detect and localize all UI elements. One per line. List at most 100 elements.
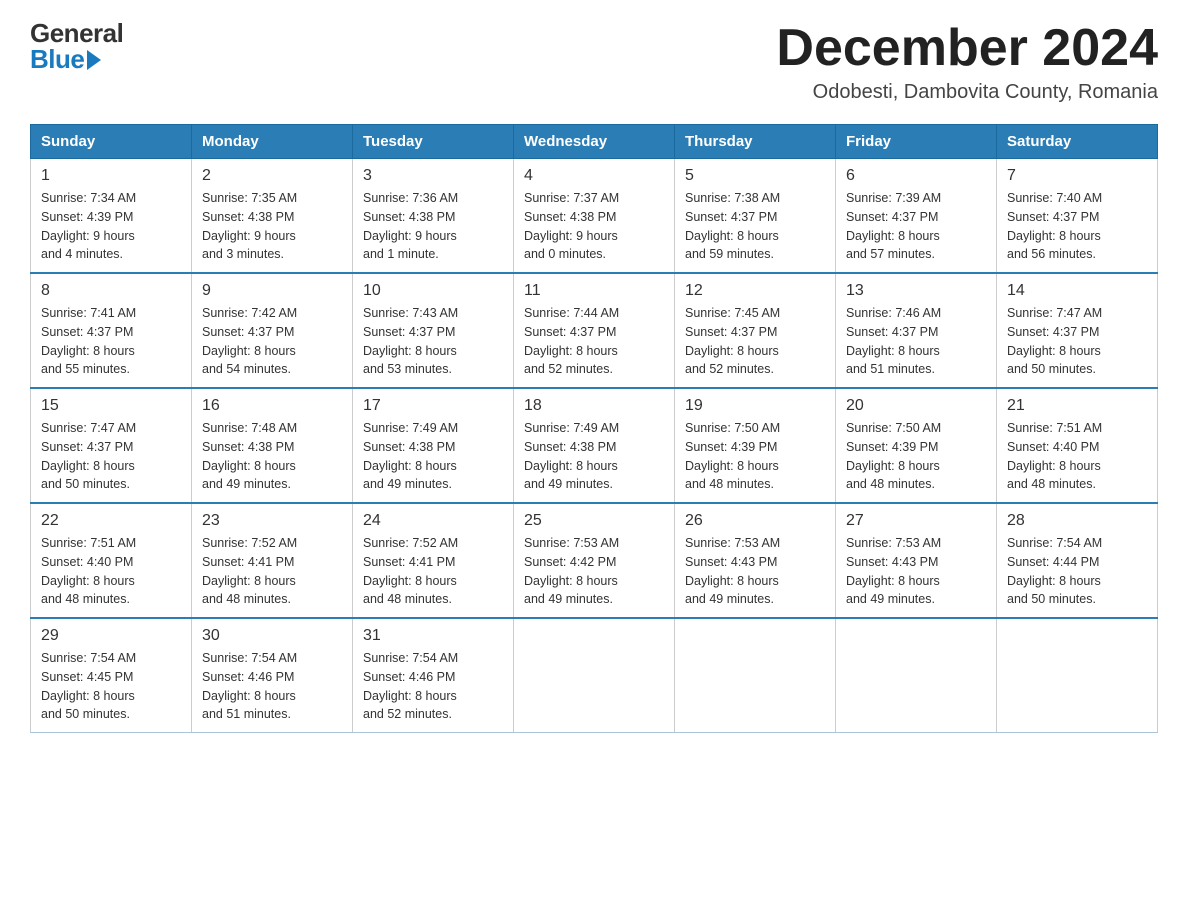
sunrise-text: Sunrise: 7:39 AM: [846, 189, 986, 208]
month-title: December 2024: [776, 20, 1158, 77]
day-info: Sunrise: 7:54 AMSunset: 4:46 PMDaylight:…: [363, 649, 503, 724]
sunset-text: Sunset: 4:37 PM: [41, 323, 181, 342]
day-number: 13: [846, 282, 986, 300]
daylight-minutes-text: and 49 minutes.: [685, 590, 825, 609]
day-number: 3: [363, 167, 503, 185]
daylight-minutes-text: and 48 minutes.: [41, 590, 181, 609]
calendar-cell: 18 Sunrise: 7:49 AMSunset: 4:38 PMDayligh…: [514, 388, 675, 503]
day-info: Sunrise: 7:54 AMSunset: 4:46 PMDaylight:…: [202, 649, 342, 724]
calendar-cell: 28Sunrise: 7:54 AMSunset: 4:44 PMDayligh…: [997, 503, 1158, 618]
day-info: Sunrise: 7:37 AMSunset: 4:38 PMDaylight:…: [524, 189, 664, 264]
daylight-minutes-text: and 48 minutes.: [1007, 475, 1147, 494]
calendar-cell: 30 Sunrise: 7:54 AMSunset: 4:46 PMDayligh…: [192, 618, 353, 733]
daylight-text: Daylight: 8 hours: [363, 457, 503, 476]
calendar-cell: 17Sunrise: 7:49 AMSunset: 4:38 PMDayligh…: [353, 388, 514, 503]
daylight-text: Daylight: 8 hours: [846, 342, 986, 361]
calendar-cell: 8 Sunrise: 7:41 AMSunset: 4:37 PMDaylight…: [31, 273, 192, 388]
sunrise-text: Sunrise: 7:51 AM: [41, 534, 181, 553]
daylight-minutes-text: and 52 minutes.: [524, 360, 664, 379]
day-number: 21: [1007, 397, 1147, 415]
daylight-minutes-text: and 50 minutes.: [1007, 590, 1147, 609]
day-number: 30: [202, 627, 342, 645]
calendar-cell: 13 Sunrise: 7:46 AMSunset: 4:37 PMDayligh…: [836, 273, 997, 388]
calendar-week-row: 8Sunrise: 7:41 AMSunset: 4:37 PMDaylight…: [31, 273, 1158, 388]
day-number: 14: [1007, 282, 1147, 300]
sunset-text: Sunset: 4:38 PM: [524, 438, 664, 457]
sunset-text: Sunset: 4:37 PM: [41, 438, 181, 457]
daylight-minutes-text: and 50 minutes.: [41, 705, 181, 724]
daylight-minutes-text: and 48 minutes.: [202, 590, 342, 609]
daylight-minutes-text: and 51 minutes.: [846, 360, 986, 379]
sunset-text: Sunset: 4:37 PM: [846, 208, 986, 227]
sunset-text: Sunset: 4:37 PM: [685, 323, 825, 342]
sunset-text: Sunset: 4:41 PM: [363, 553, 503, 572]
header-sunday: Sunday: [31, 125, 192, 159]
daylight-minutes-text: and 59 minutes.: [685, 245, 825, 264]
daylight-text: Daylight: 8 hours: [363, 687, 503, 706]
day-info: Sunrise: 7:53 AMSunset: 4:42 PMDaylight:…: [524, 534, 664, 609]
day-info: Sunrise: 7:51 AMSunset: 4:40 PMDaylight:…: [1007, 419, 1147, 494]
header-tuesday: Tuesday: [353, 125, 514, 159]
calendar-cell: 23Sunrise: 7:52 AMSunset: 4:41 PMDayligh…: [192, 503, 353, 618]
day-number: 8: [41, 282, 181, 300]
day-number: 7: [1007, 167, 1147, 185]
day-info: Sunrise: 7:49 AMSunset: 4:38 PMDaylight:…: [363, 419, 503, 494]
day-info: Sunrise: 7:50 AMSunset: 4:39 PMDaylight:…: [846, 419, 986, 494]
calendar-cell: 7Sunrise: 7:40 AMSunset: 4:37 PMDaylight…: [997, 159, 1158, 274]
day-info: Sunrise: 7:49 AMSunset: 4:38 PMDaylight:…: [524, 419, 664, 494]
day-info: Sunrise: 7:46 AMSunset: 4:37 PMDaylight:…: [846, 304, 986, 379]
sunset-text: Sunset: 4:37 PM: [685, 208, 825, 227]
day-info: Sunrise: 7:52 AMSunset: 4:41 PMDaylight:…: [363, 534, 503, 609]
day-info: Sunrise: 7:39 AMSunset: 4:37 PMDaylight:…: [846, 189, 986, 264]
day-info: Sunrise: 7:53 AMSunset: 4:43 PMDaylight:…: [846, 534, 986, 609]
sunset-text: Sunset: 4:39 PM: [685, 438, 825, 457]
daylight-minutes-text: and 1 minute.: [363, 245, 503, 264]
day-info: Sunrise: 7:54 AMSunset: 4:44 PMDaylight:…: [1007, 534, 1147, 609]
sunrise-text: Sunrise: 7:37 AM: [524, 189, 664, 208]
daylight-text: Daylight: 8 hours: [685, 457, 825, 476]
sunrise-text: Sunrise: 7:54 AM: [202, 649, 342, 668]
sunset-text: Sunset: 4:38 PM: [363, 208, 503, 227]
sunrise-text: Sunrise: 7:41 AM: [41, 304, 181, 323]
sunset-text: Sunset: 4:42 PM: [524, 553, 664, 572]
day-number: 2: [202, 167, 342, 185]
sunset-text: Sunset: 4:37 PM: [363, 323, 503, 342]
daylight-text: Daylight: 8 hours: [685, 572, 825, 591]
calendar-cell: 1Sunrise: 7:34 AMSunset: 4:39 PMDaylight…: [31, 159, 192, 274]
daylight-text: Daylight: 8 hours: [685, 342, 825, 361]
calendar-cell: 29Sunrise: 7:54 AMSunset: 4:45 PMDayligh…: [31, 618, 192, 733]
calendar-cell: 15Sunrise: 7:47 AMSunset: 4:37 PMDayligh…: [31, 388, 192, 503]
day-info: Sunrise: 7:41 AMSunset: 4:37 PMDaylight:…: [41, 304, 181, 379]
day-info: Sunrise: 7:52 AMSunset: 4:41 PMDaylight:…: [202, 534, 342, 609]
calendar-cell: 19Sunrise: 7:50 AMSunset: 4:39 PMDayligh…: [675, 388, 836, 503]
daylight-minutes-text: and 48 minutes.: [363, 590, 503, 609]
day-number: 18: [524, 397, 664, 415]
sunset-text: Sunset: 4:40 PM: [1007, 438, 1147, 457]
day-info: Sunrise: 7:34 AMSunset: 4:39 PMDaylight:…: [41, 189, 181, 264]
day-number: 10: [363, 282, 503, 300]
sunset-text: Sunset: 4:37 PM: [1007, 323, 1147, 342]
daylight-minutes-text: and 49 minutes.: [363, 475, 503, 494]
calendar-cell: 20Sunrise: 7:50 AMSunset: 4:39 PMDayligh…: [836, 388, 997, 503]
day-number: 31: [363, 627, 503, 645]
day-number: 12: [685, 282, 825, 300]
sunset-text: Sunset: 4:38 PM: [202, 208, 342, 227]
page-header: General Blue December 2024 Odobesti, Dam…: [30, 20, 1158, 104]
sunset-text: Sunset: 4:38 PM: [524, 208, 664, 227]
logo-general-text: General: [30, 20, 123, 46]
day-info: Sunrise: 7:44 AMSunset: 4:37 PMDaylight:…: [524, 304, 664, 379]
calendar-cell: 6Sunrise: 7:39 AMSunset: 4:37 PMDaylight…: [836, 159, 997, 274]
logo: General Blue: [30, 20, 123, 72]
daylight-minutes-text: and 53 minutes.: [363, 360, 503, 379]
day-info: Sunrise: 7:47 AMSunset: 4:37 PMDaylight:…: [41, 419, 181, 494]
day-number: 4: [524, 167, 664, 185]
daylight-minutes-text: and 52 minutes.: [363, 705, 503, 724]
day-number: 24: [363, 512, 503, 530]
daylight-minutes-text: and 49 minutes.: [846, 590, 986, 609]
sunset-text: Sunset: 4:41 PM: [202, 553, 342, 572]
calendar-table: Sunday Monday Tuesday Wednesday Thursday…: [30, 124, 1158, 733]
day-number: 22: [41, 512, 181, 530]
calendar-cell: 22Sunrise: 7:51 AMSunset: 4:40 PMDayligh…: [31, 503, 192, 618]
sunrise-text: Sunrise: 7:52 AM: [202, 534, 342, 553]
sunset-text: Sunset: 4:39 PM: [846, 438, 986, 457]
